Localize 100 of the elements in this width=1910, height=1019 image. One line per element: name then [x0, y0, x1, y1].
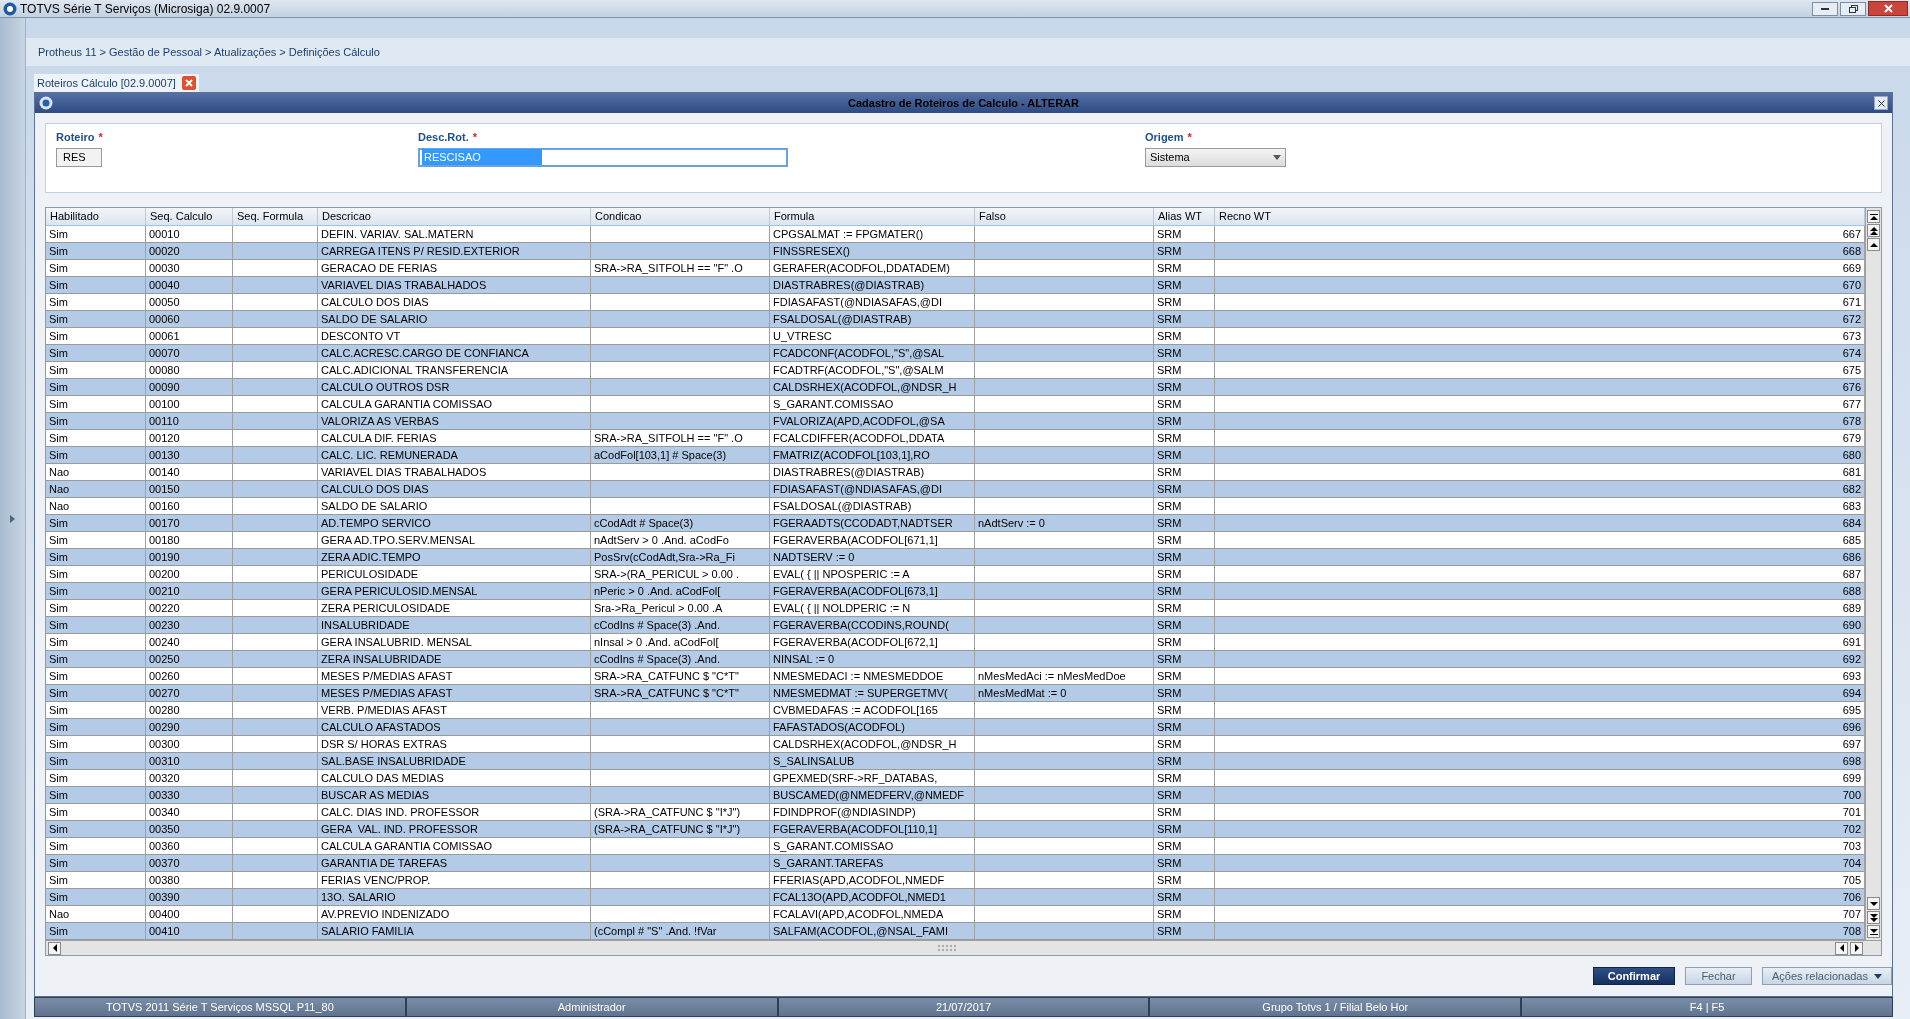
- scroll-up-icon[interactable]: [1867, 238, 1880, 251]
- table-cell: Sim: [46, 447, 146, 463]
- table-cell: 00320: [146, 770, 233, 786]
- table-cell: Sim: [46, 260, 146, 276]
- table-cell: Sim: [46, 430, 146, 446]
- table-cell: FSALDOSAL(@DIASTRAB): [770, 311, 975, 327]
- dialog-title: Cadastro de Roteiros de Calculo - ALTERAR: [847, 95, 1080, 111]
- vertical-scrollbar[interactable]: [1865, 208, 1881, 940]
- page-up-icon[interactable]: [1867, 224, 1880, 237]
- table-cell: 00380: [146, 872, 233, 888]
- table-cell: Sim: [46, 243, 146, 259]
- table-cell: SRM: [1154, 736, 1215, 752]
- column-header[interactable]: Formula: [770, 208, 975, 225]
- table-cell: 00100: [146, 396, 233, 412]
- table-cell: 00300: [146, 736, 233, 752]
- status-bar-cell: Grupo Totvs 1 / Filial Belo Hor: [1150, 998, 1521, 1016]
- table-cell: CALDSRHEX(ACODFOL,@NDSR_H: [770, 379, 975, 395]
- table-cell: ZERA PERICULOSIDADE: [318, 600, 591, 616]
- column-header[interactable]: Descricao: [318, 208, 591, 225]
- scroll-right-icon[interactable]: [1850, 941, 1863, 955]
- dialog-close-button[interactable]: [1874, 96, 1888, 110]
- close-tab-icon[interactable]: [181, 76, 196, 90]
- table-cell: (SRA->RA_CATFUNC $ "I*J"): [591, 804, 770, 820]
- origin-select[interactable]: Sistema: [1145, 147, 1286, 167]
- scroll-top-icon[interactable]: [1867, 210, 1880, 223]
- required-mark: *: [472, 130, 478, 145]
- table-cell: Sim: [46, 515, 146, 531]
- table-cell: Sim: [46, 345, 146, 361]
- column-header[interactable]: Seq. Calculo: [146, 208, 233, 225]
- restore-button[interactable]: [1840, 1, 1866, 16]
- table-cell: (SRA->RA_CATFUNC $ "I*J"): [591, 821, 770, 837]
- table-cell: SRM: [1154, 583, 1215, 599]
- table-cell: GERA AD.TPO.SERV.MENSAL: [318, 532, 591, 548]
- page-down-icon[interactable]: [1867, 911, 1880, 924]
- status-bar-cell: F4 | F5: [1522, 998, 1892, 1016]
- table-cell: 00020: [146, 243, 233, 259]
- table-cell: FFERIAS(APD,ACODFOL,NMEDF: [770, 872, 975, 888]
- close-button[interactable]: [1868, 1, 1908, 16]
- table-cell: SRM: [1154, 464, 1215, 480]
- table-cell: SALARIO FAMILIA: [318, 923, 591, 939]
- table-cell: Sim: [46, 719, 146, 735]
- table-cell: SRM: [1154, 600, 1215, 616]
- table-cell: Nao: [46, 481, 146, 497]
- scroll-left-icon[interactable]: [1835, 941, 1848, 955]
- status-bar-cell: 21/07/2017: [778, 998, 1149, 1016]
- close-icon: [1877, 99, 1885, 107]
- table-cell: SRA->RA_SITFOLH == "F" .O: [591, 260, 770, 276]
- table-cell: 00290: [146, 719, 233, 735]
- table-cell: 00220: [146, 600, 233, 616]
- tab[interactable]: Roteiros Cálculo [02.9.0007]: [34, 74, 199, 92]
- table-cell: CALCULO DOS DIAS: [318, 481, 591, 497]
- minimize-icon: [1821, 7, 1829, 10]
- table-cell: 00270: [146, 685, 233, 701]
- scroll-left-icon[interactable]: [48, 941, 61, 955]
- table-cell: S_GARANT.COMISSAO: [770, 396, 975, 412]
- scroll-down-icon[interactable]: [1867, 897, 1880, 910]
- table-cell: GERAFER(ACODFOL,DDATADEM): [770, 260, 975, 276]
- table-cell: FGERAVERBA(CCODINS,ROUND(: [770, 617, 975, 633]
- table-cell: Sim: [46, 651, 146, 667]
- action-button[interactable]: Confirmar: [1593, 967, 1675, 985]
- column-header[interactable]: Falso: [975, 208, 1154, 225]
- horizontal-scrollbar[interactable]: [46, 940, 1881, 955]
- table-cell: PERICULOSIDADE: [318, 566, 591, 582]
- expand-arrow-icon[interactable]: [10, 514, 15, 523]
- table-cell: U_VTRESC: [770, 328, 975, 344]
- table-cell: Sim: [46, 838, 146, 854]
- input-field[interactable]: RES: [56, 147, 102, 167]
- table-cell: 00250: [146, 651, 233, 667]
- field-label: Desc.Rot.: [418, 130, 469, 145]
- table-cell: EVAL( { || NOLDPERIC := N: [770, 600, 975, 616]
- table-cell: Sim: [46, 396, 146, 412]
- table-cell: VERB. P/MEDIAS AFAST: [318, 702, 591, 718]
- table-cell: Sim: [46, 600, 146, 616]
- table-cell: 00061: [146, 328, 233, 344]
- table-cell: 00260: [146, 668, 233, 684]
- table-cell: FSALDOSAL(@DIASTRAB): [770, 498, 975, 514]
- column-header[interactable]: Condicao: [591, 208, 770, 225]
- table-cell: 00350: [146, 821, 233, 837]
- table-cell: Sim: [46, 736, 146, 752]
- table-cell: FGERAVERBA(ACODFOL[671,1]: [770, 532, 975, 548]
- table-cell: BUSCAMED(@NMEDFERV,@NMEDF: [770, 787, 975, 803]
- column-header[interactable]: Alias WT: [1154, 208, 1215, 225]
- related-actions-button[interactable]: Ações relacionadas: [1762, 967, 1892, 985]
- table-cell: 00110: [146, 413, 233, 429]
- column-header[interactable]: Habilitado: [46, 208, 146, 225]
- table-cell: SRM: [1154, 787, 1215, 803]
- table-cell: SRM: [1154, 481, 1215, 497]
- column-header[interactable]: Seq. Formula: [233, 208, 318, 225]
- minimize-button[interactable]: [1812, 1, 1838, 16]
- scroll-bottom-icon[interactable]: [1867, 925, 1880, 938]
- table-cell: cCodIns # Space(3) .And.: [591, 651, 770, 667]
- table-cell: 00140: [146, 464, 233, 480]
- table-cell: 00200: [146, 566, 233, 582]
- action-button[interactable]: Fechar: [1685, 967, 1752, 985]
- table-cell: 00310: [146, 753, 233, 769]
- table-cell: FDIASAFAST(@NDIASAFAS,@DI: [770, 294, 975, 310]
- table-cell: ZERA INSALUBRIDADE: [318, 651, 591, 667]
- table-cell: nAdtServ := 0: [975, 515, 1154, 531]
- table-cell: FINSSRESEX(): [770, 243, 975, 259]
- table-cell: SRM: [1154, 447, 1215, 463]
